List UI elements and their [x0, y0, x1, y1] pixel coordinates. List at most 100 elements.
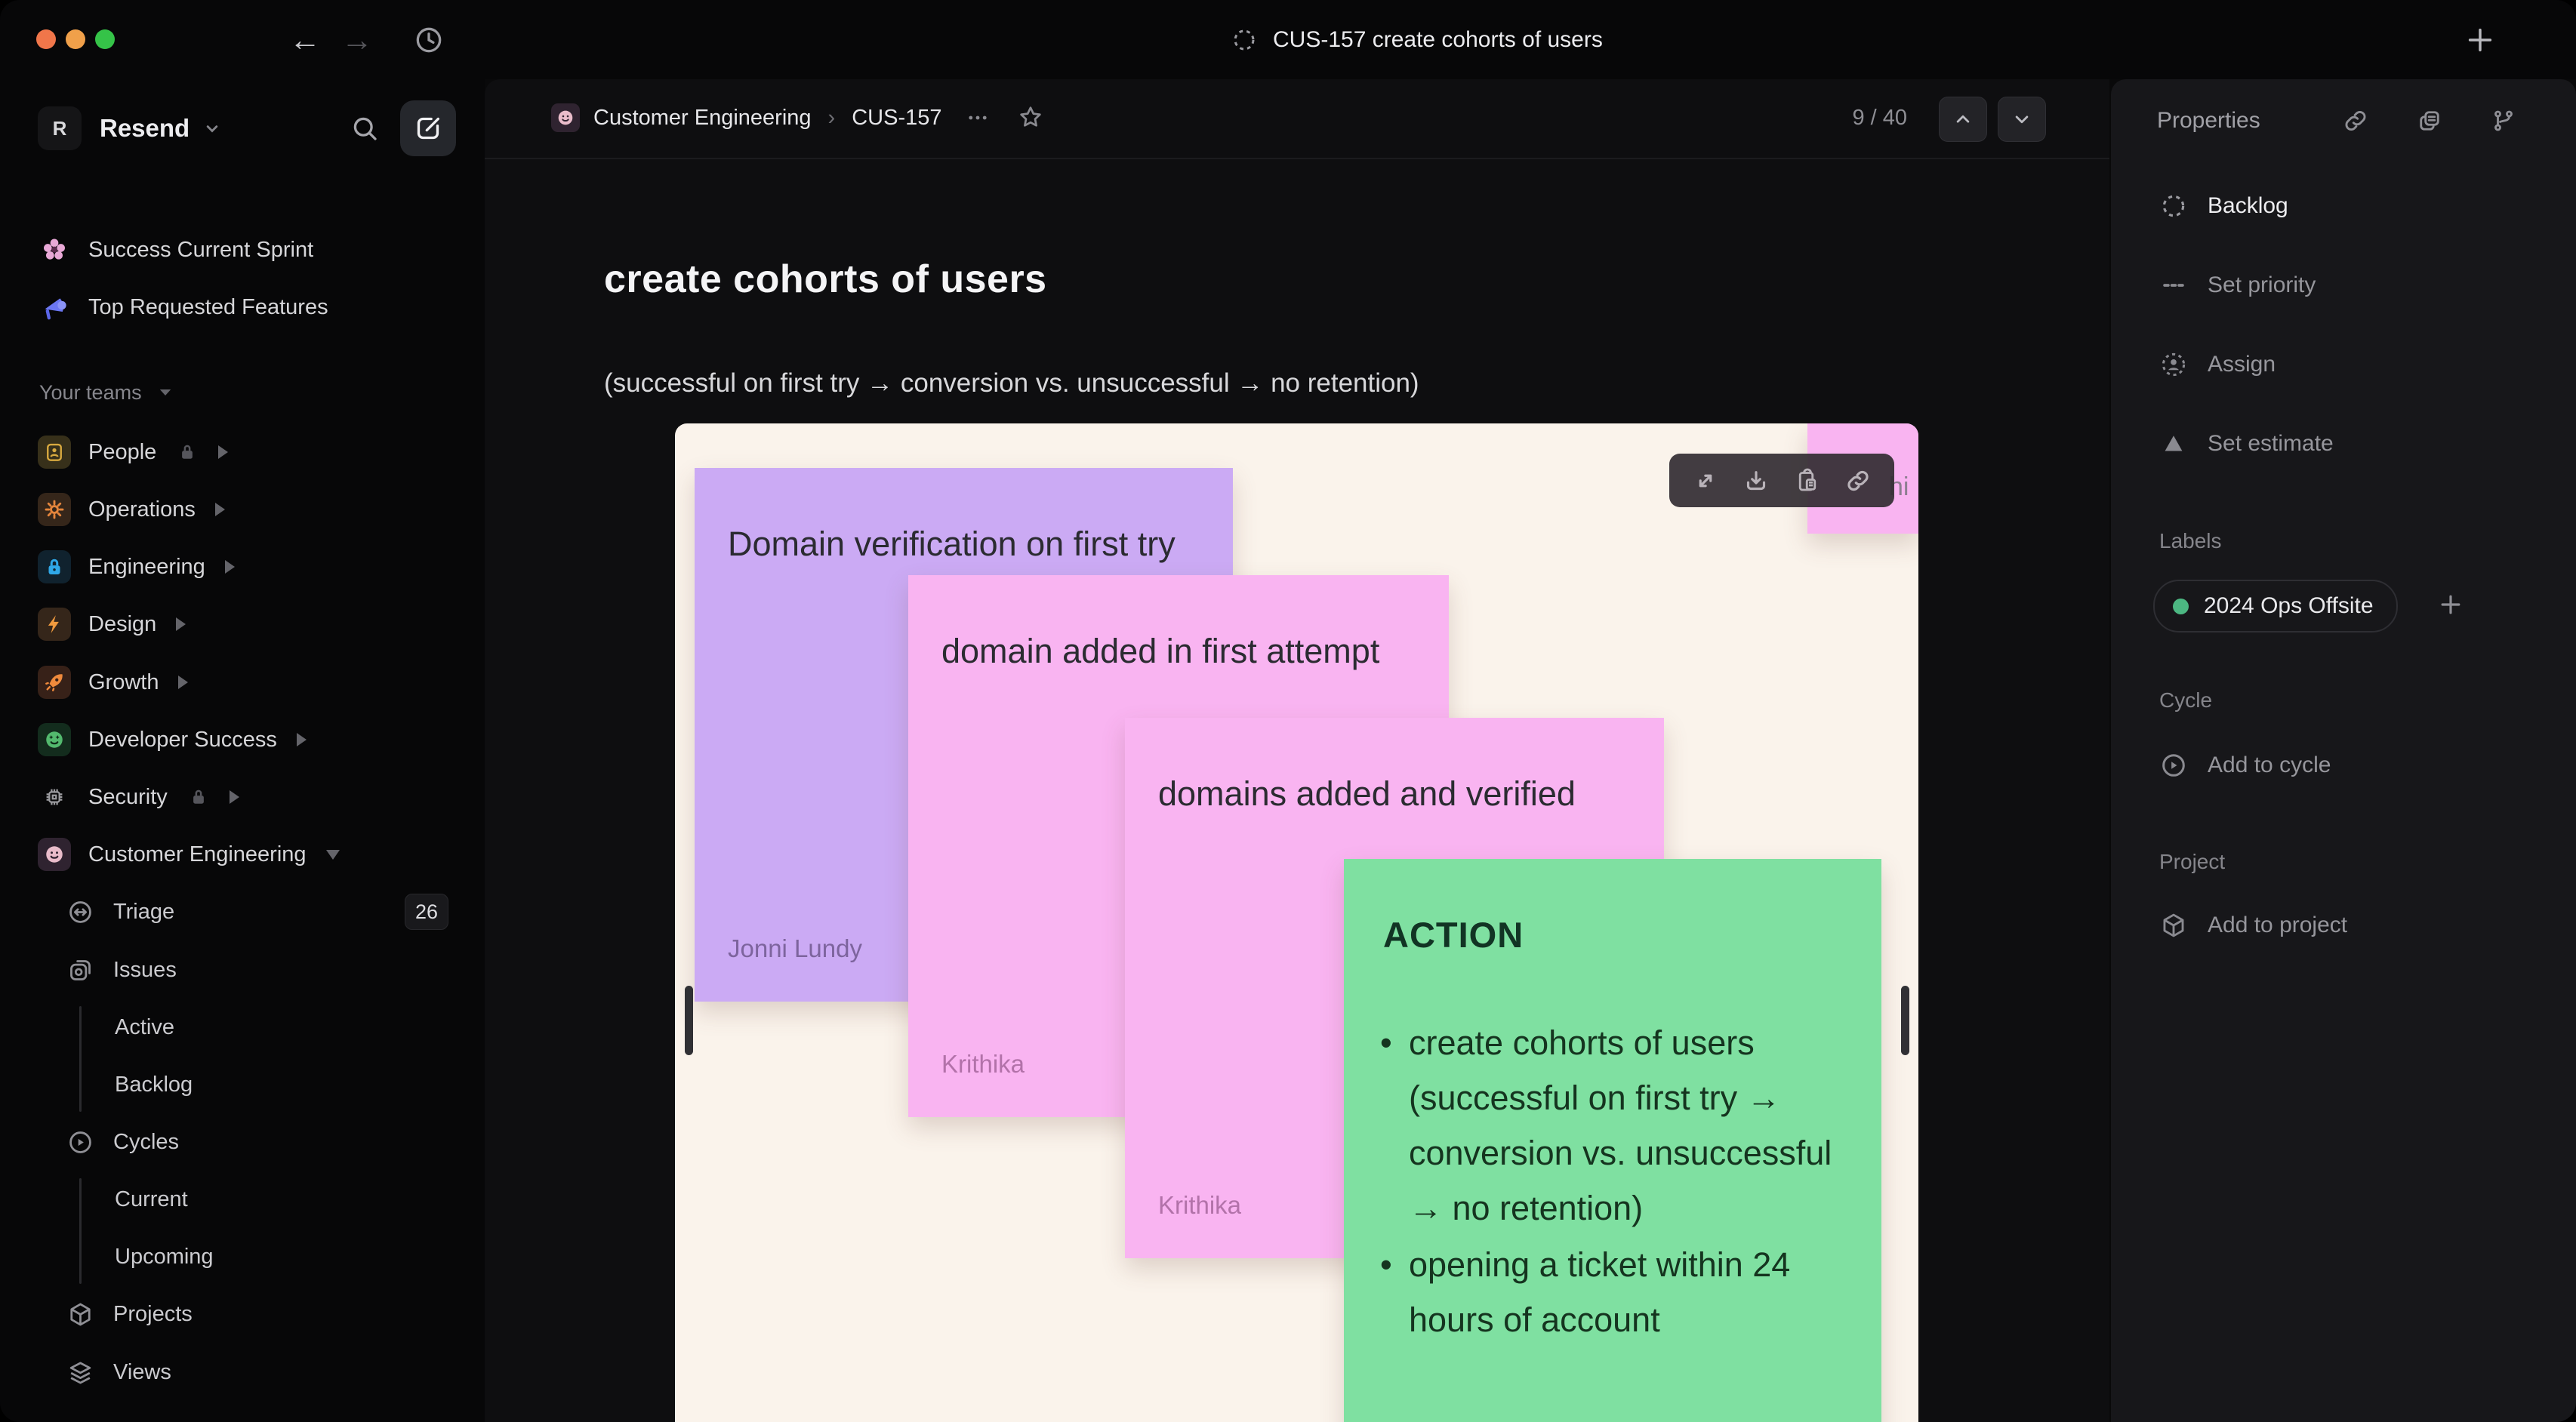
- sidebar-item-success-current-sprint[interactable]: Success Current Sprint: [0, 221, 485, 279]
- add-label-icon[interactable]: [2436, 589, 2466, 620]
- link-icon[interactable]: [2342, 107, 2369, 134]
- add-to-cycle-row[interactable]: Add to cycle: [2159, 739, 2331, 792]
- new-tab-button[interactable]: [2463, 0, 2497, 79]
- sidebar-team-design[interactable]: Design: [0, 596, 485, 653]
- sidebar-item-label: Issues: [113, 957, 177, 982]
- download-icon[interactable]: [1742, 467, 1770, 494]
- team-label: People: [88, 439, 157, 464]
- image-resize-handle-left[interactable]: [685, 986, 693, 1055]
- linear-window: ← → CUS-157 create cohorts of users R Re…: [0, 0, 2576, 1422]
- close-window-button[interactable]: [36, 29, 56, 49]
- expand-caret-icon: [296, 733, 307, 746]
- team-label: Design: [88, 611, 157, 636]
- duplicate-icon[interactable]: [2416, 107, 2443, 134]
- status-row[interactable]: Backlog: [2159, 180, 2288, 232]
- sidebar-team-people[interactable]: People: [0, 423, 485, 481]
- image-resize-handle-right[interactable]: [1901, 986, 1909, 1055]
- sidebar-item-issues[interactable]: Issues: [0, 941, 485, 999]
- issue-title[interactable]: create cohorts of users: [604, 257, 1047, 302]
- add-to-cycle-label: Add to cycle: [2208, 753, 2331, 777]
- project-section-header: Project: [2159, 850, 2226, 873]
- sidebar-item-top-requested-features[interactable]: Top Requested Features: [0, 279, 485, 336]
- sidebar-team-engineering[interactable]: Engineering: [0, 538, 485, 596]
- set-estimate-row[interactable]: Set estimate: [2159, 417, 2334, 470]
- label-pill[interactable]: 2024 Ops Offsite: [2153, 580, 2398, 633]
- more-options-icon[interactable]: [965, 105, 991, 131]
- forward-arrow-icon: →: [341, 21, 373, 57]
- sidebar-team-customer-engineering[interactable]: Customer Engineering: [0, 826, 485, 883]
- team-label: Customer Engineering: [88, 842, 307, 866]
- sidebar-item-triage[interactable]: Triage 26: [0, 883, 485, 940]
- issue-description-line[interactable]: (successful on first try → conversion vs…: [604, 368, 1419, 399]
- triage-count-badge: 26: [405, 894, 448, 930]
- sidebar-item-label: Backlog: [115, 1072, 193, 1097]
- sidebar-item-upcoming[interactable]: Upcoming: [0, 1228, 485, 1285]
- properties-title: Properties: [2157, 108, 2260, 133]
- sidebar-team-growth[interactable]: Growth: [0, 654, 485, 711]
- sidebar-item-cycles[interactable]: Cycles: [0, 1113, 485, 1171]
- your-teams-header[interactable]: Your teams: [0, 370, 485, 415]
- sidebar-item-label: Success Current Sprint: [88, 237, 314, 262]
- chevron-down-icon: [2015, 115, 2029, 124]
- sticky-note-bullet: • opening a ticket within 24 hours of acc…: [1380, 1237, 1845, 1347]
- your-teams-label: Your teams: [39, 380, 142, 404]
- new-issue-button[interactable]: [400, 100, 456, 156]
- pager-count: 9 / 40: [1852, 105, 1907, 130]
- workspace-logo[interactable]: R: [38, 106, 82, 150]
- sidebar-item-active[interactable]: Active: [0, 999, 485, 1056]
- set-priority-row[interactable]: Set priority: [2159, 259, 2316, 312]
- triage-icon: [69, 900, 91, 923]
- window-title-group: CUS-157 create cohorts of users: [1231, 0, 1603, 79]
- zoom-window-button[interactable]: [95, 29, 115, 49]
- breadcrumb-separator: ›: [827, 105, 836, 130]
- bullet-marker: •: [1380, 1245, 1392, 1284]
- sidebar-team-operations[interactable]: Operations: [0, 481, 485, 538]
- expand-icon[interactable]: [1692, 467, 1719, 494]
- sidebar-team-developer-success[interactable]: Developer Success: [0, 711, 485, 768]
- whiteboard-image[interactable]: hi Domain verification on first try Jonn…: [675, 423, 1918, 1422]
- id-card-icon: [38, 436, 71, 469]
- search-icon[interactable]: [349, 112, 381, 144]
- back-arrow-icon: ←: [289, 21, 321, 57]
- sidebar-item-backlog[interactable]: Backlog: [0, 1056, 485, 1113]
- window-title: CUS-157 create cohorts of users: [1273, 26, 1603, 52]
- sidebar-item-label: Upcoming: [115, 1244, 214, 1269]
- workspace-name[interactable]: Resend: [100, 114, 190, 143]
- favorite-star-icon[interactable]: [1016, 103, 1045, 132]
- window-titlebar: ← → CUS-157 create cohorts of users: [0, 0, 2576, 79]
- sidebar: R Resend Success Current Sprint Top Requ…: [0, 79, 485, 1422]
- link-icon[interactable]: [1844, 467, 1872, 494]
- add-to-project-label: Add to project: [2208, 913, 2348, 937]
- plus-icon: [2468, 28, 2492, 51]
- expand-caret-icon: [224, 560, 235, 574]
- minimize-window-button[interactable]: [66, 29, 85, 49]
- sticky-note-text: domains added and verified: [1158, 774, 1576, 813]
- sidebar-item-projects[interactable]: Projects: [0, 1285, 485, 1343]
- back-button[interactable]: ←: [289, 0, 321, 79]
- workspace-row: R Resend: [0, 98, 485, 159]
- breadcrumb-team[interactable]: Customer Engineering: [593, 106, 812, 131]
- history-button[interactable]: [412, 0, 445, 79]
- assign-row[interactable]: Assign: [2159, 338, 2276, 391]
- previous-issue-button[interactable]: [1939, 97, 1987, 142]
- breadcrumb-issue-id[interactable]: CUS-157: [852, 106, 941, 131]
- git-branch-icon[interactable]: [2490, 107, 2517, 134]
- forward-button[interactable]: →: [341, 0, 373, 79]
- issue-pager: 9 / 40: [1852, 79, 1907, 156]
- team-label: Security: [88, 784, 168, 809]
- copy-to-clipboard-icon[interactable]: [1794, 467, 1821, 494]
- sticky-note-author: Jonni Lundy: [728, 934, 862, 962]
- cycles-icon: [69, 1131, 91, 1153]
- sidebar-team-security[interactable]: Security: [0, 768, 485, 826]
- sidebar-item-label: Projects: [113, 1301, 193, 1326]
- estimate-icon: [2165, 436, 2183, 451]
- add-to-project-row[interactable]: Add to project: [2159, 899, 2347, 952]
- cycle-section-header: Cycle: [2159, 688, 2213, 712]
- next-issue-button[interactable]: [1998, 97, 2046, 142]
- sidebar-item-views[interactable]: Views: [0, 1344, 485, 1401]
- sidebar-item-current[interactable]: Current: [0, 1171, 485, 1228]
- label-name: 2024 Ops Offsite: [2204, 593, 2374, 618]
- chevron-down-icon[interactable]: [202, 118, 223, 139]
- backlog-status-icon: [2162, 195, 2185, 217]
- team-label: Growth: [88, 669, 159, 694]
